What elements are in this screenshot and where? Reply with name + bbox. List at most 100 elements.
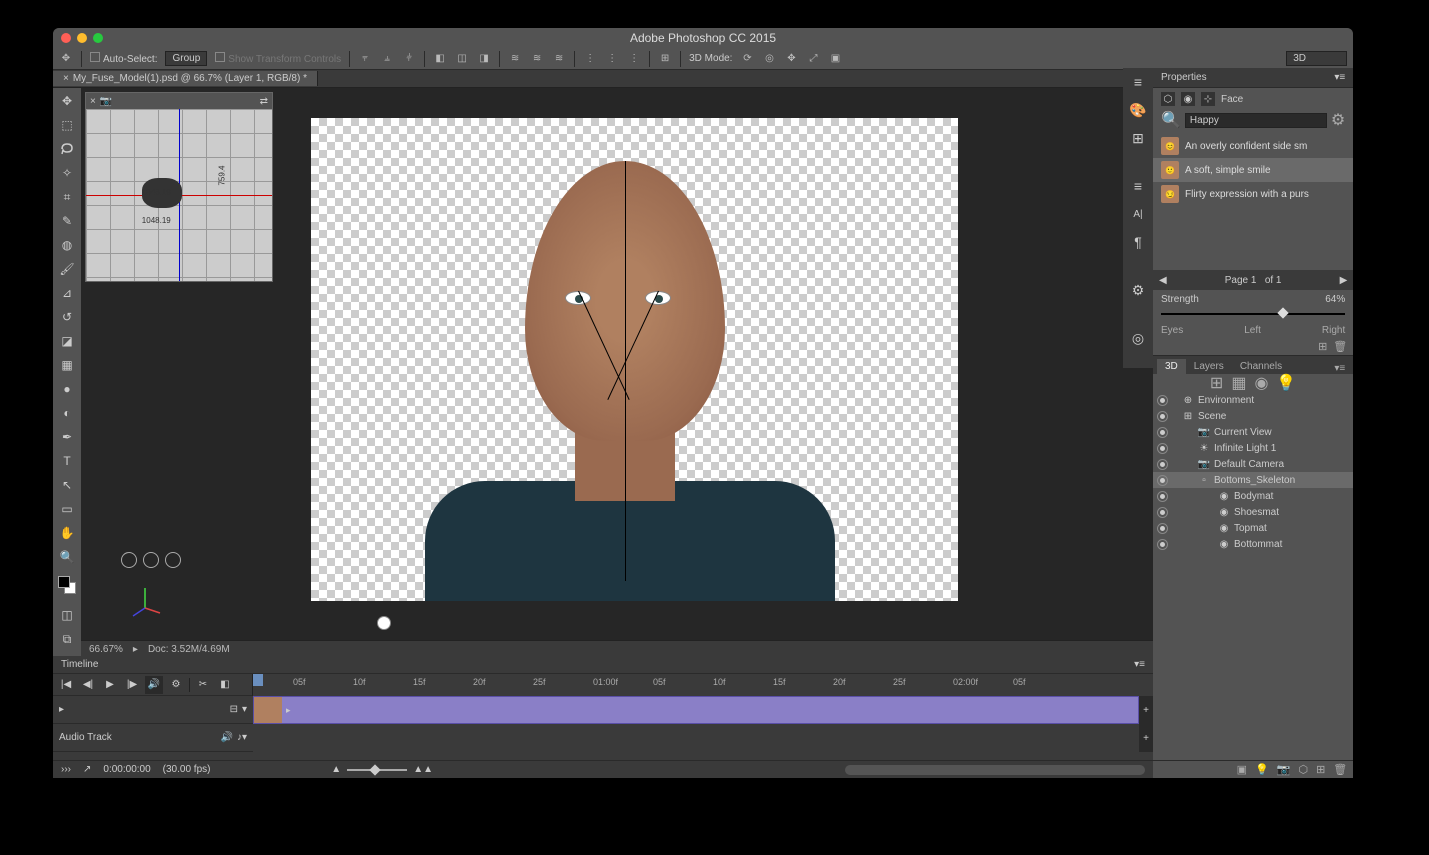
paragraph-panel-icon[interactable]: ¶: [1128, 232, 1148, 252]
zoom-tool[interactable]: 🔍: [58, 548, 76, 566]
pen-tool[interactable]: ✒: [58, 428, 76, 446]
quickmask-tool[interactable]: ◫: [58, 606, 76, 624]
tab-channels[interactable]: Channels: [1232, 359, 1290, 374]
delete-icon[interactable]: 🗑: [1333, 763, 1347, 776]
eraser-tool[interactable]: ◪: [58, 332, 76, 350]
render-icon[interactable]: ▣: [1237, 763, 1247, 776]
ground-shadow-icon[interactable]: [377, 616, 391, 630]
timeline-ruler[interactable]: 05f10f15f20f25f01:00f05f10f15f20f25f02:0…: [253, 674, 1153, 696]
visibility-toggle[interactable]: [1157, 491, 1168, 502]
swatches-panel-icon[interactable]: ⊞: [1128, 128, 1148, 148]
align-vcenter-icon[interactable]: ⫨: [380, 52, 394, 66]
timeline-scrollbar[interactable]: [845, 765, 1145, 775]
canvas[interactable]: [311, 118, 958, 601]
tree-row[interactable]: ◉Topmat: [1153, 520, 1353, 536]
delete-expr-icon[interactable]: 🗑: [1333, 340, 1347, 353]
align-top-icon[interactable]: ⫧: [358, 52, 372, 66]
visibility-toggle[interactable]: [1157, 507, 1168, 518]
track-menu-icon[interactable]: ▾: [242, 704, 247, 715]
blur-tool[interactable]: ●: [58, 380, 76, 398]
tree-row[interactable]: ⊕Environment: [1153, 392, 1353, 408]
distribute-3-icon[interactable]: ≋: [552, 52, 566, 66]
audio-track-header[interactable]: Audio Track 🔊♪▾: [53, 724, 253, 752]
stamp-tool[interactable]: ⊿: [58, 284, 76, 302]
path-tool[interactable]: ↖: [58, 476, 76, 494]
prev-page-icon[interactable]: ◀: [1153, 275, 1173, 286]
strength-slider[interactable]: [1161, 309, 1345, 319]
shape-tool[interactable]: ▭: [58, 500, 76, 518]
3d-pan-widget-icon[interactable]: [143, 552, 159, 568]
video-track-header[interactable]: ▸ ⊟▾: [53, 696, 253, 724]
new-expr-icon[interactable]: ⊞: [1318, 340, 1327, 353]
tree-row[interactable]: 📷Default Camera: [1153, 456, 1353, 472]
screenmode-tool[interactable]: ⧉: [58, 630, 76, 648]
visibility-toggle[interactable]: [1157, 539, 1168, 550]
filter-mat-icon[interactable]: ◉: [1254, 373, 1268, 393]
brush-tool[interactable]: 🖌: [58, 260, 76, 278]
prev-frame-button[interactable]: ◀|: [79, 676, 97, 694]
split-button[interactable]: ✂: [194, 676, 212, 694]
track-options-icon[interactable]: ⊟: [230, 704, 238, 715]
tree-row[interactable]: ◉Bodymat: [1153, 488, 1353, 504]
minimize-icon[interactable]: [77, 33, 87, 43]
auto-align-icon[interactable]: ⊞: [658, 52, 672, 66]
visibility-toggle[interactable]: [1157, 411, 1168, 422]
crop-tool[interactable]: ⌗: [58, 188, 76, 206]
visibility-toggle[interactable]: [1157, 443, 1168, 454]
history-brush-tool[interactable]: ↺: [58, 308, 76, 326]
tree-row[interactable]: ◉Bottommat: [1153, 536, 1353, 552]
camera-icon[interactable]: 📷: [1277, 763, 1291, 776]
show-transform-checkbox[interactable]: Show Transform Controls: [215, 52, 341, 65]
3d-scale-icon[interactable]: ▣: [828, 52, 842, 66]
expression-item[interactable]: 🙂A soft, simple smile: [1153, 158, 1353, 182]
zoom-level[interactable]: 66.67%: [89, 644, 123, 655]
visibility-toggle[interactable]: [1157, 395, 1168, 406]
axis-widget[interactable]: [125, 578, 165, 618]
playhead[interactable]: [253, 674, 263, 686]
zoom-in-icon[interactable]: ▲▲: [413, 764, 433, 775]
align-right-icon[interactable]: ◨: [477, 52, 491, 66]
hand-tool[interactable]: ✋: [58, 524, 76, 542]
color-swatches[interactable]: [58, 576, 76, 594]
play-button[interactable]: ▶: [101, 676, 119, 694]
healing-tool[interactable]: ◍: [58, 236, 76, 254]
history-panel-icon[interactable]: ≡: [1128, 72, 1148, 92]
3d-model[interactable]: [465, 121, 805, 601]
mesh-icon[interactable]: ⬡: [1298, 763, 1308, 776]
add-video-track-button[interactable]: +: [1139, 696, 1153, 724]
3d-roll-icon[interactable]: ◎: [762, 52, 776, 66]
next-frame-button[interactable]: |▶: [123, 676, 141, 694]
tree-row[interactable]: 📷Current View: [1153, 424, 1353, 440]
distribute-5-icon[interactable]: ⋮: [605, 52, 619, 66]
tree-row[interactable]: ◉Shoesmat: [1153, 504, 1353, 520]
zoom-out-icon[interactable]: ▲: [331, 764, 341, 775]
color-panel-icon[interactable]: 🎨: [1128, 100, 1148, 120]
align-hcenter-icon[interactable]: ◫: [455, 52, 469, 66]
tree-row[interactable]: ☀Infinite Light 1: [1153, 440, 1353, 456]
mute-track-icon[interactable]: 🔊: [221, 732, 233, 743]
mute-button[interactable]: 🔊: [145, 676, 163, 694]
transition-button[interactable]: ◧: [216, 676, 234, 694]
settings-button[interactable]: ⚙: [167, 676, 185, 694]
adjustments-panel-icon[interactable]: ⚙: [1128, 280, 1148, 300]
wand-tool[interactable]: ✧: [58, 164, 76, 182]
char-panel-icon[interactable]: ≡: [1128, 176, 1148, 196]
coord-icon[interactable]: ⊹: [1201, 92, 1215, 106]
visibility-toggle[interactable]: [1157, 427, 1168, 438]
camera-icon[interactable]: 📷: [100, 96, 112, 107]
audio-menu-icon[interactable]: ♪▾: [237, 732, 247, 743]
distribute-1-icon[interactable]: ≋: [508, 52, 522, 66]
deform-icon[interactable]: ◉: [1181, 92, 1195, 106]
mesh-icon[interactable]: ⬡: [1161, 92, 1175, 106]
panel-menu-icon[interactable]: ▾≡: [1334, 72, 1345, 83]
fg-swatch[interactable]: [58, 576, 70, 588]
3d-orbit-widget-icon[interactable]: [121, 552, 137, 568]
typography-panel-icon[interactable]: A|: [1128, 204, 1148, 224]
libraries-panel-icon[interactable]: ◎: [1128, 328, 1148, 348]
new-icon[interactable]: ⊞: [1316, 763, 1325, 776]
distribute-4-icon[interactable]: ⋮: [583, 52, 597, 66]
document-tab[interactable]: ×My_Fuse_Model(1).psd @ 66.7% (Layer 1, …: [53, 71, 318, 86]
current-time[interactable]: 0:00:00:00: [103, 764, 150, 775]
auto-select-checkbox[interactable]: Auto-Select:: [90, 52, 157, 65]
next-page-icon[interactable]: ▶: [1334, 275, 1353, 286]
